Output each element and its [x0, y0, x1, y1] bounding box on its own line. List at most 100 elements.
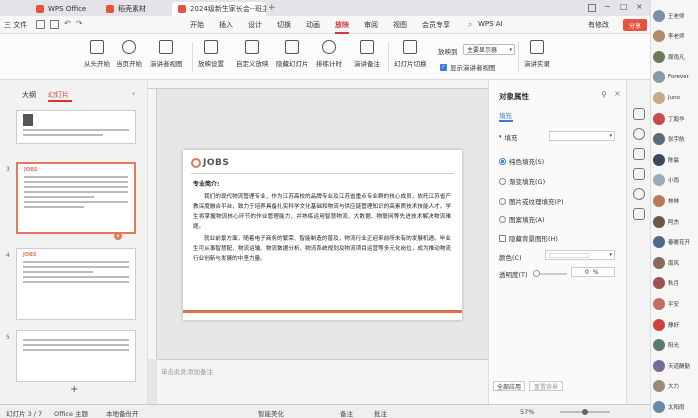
participant-item[interactable]: 大力 — [653, 377, 698, 396]
wps-ai-button[interactable]: WPS AI — [478, 20, 503, 28]
tab-label: 稻壳素材 — [118, 5, 146, 13]
search-icon[interactable]: ⌕ — [468, 20, 472, 30]
participant-item[interactable]: 张宇航 — [653, 130, 698, 149]
slider-handle[interactable] — [533, 270, 540, 277]
menu-animation[interactable]: 动画 — [306, 20, 320, 30]
close-panel-icon[interactable]: × — [614, 89, 621, 98]
participant-item[interactable]: 静好 — [653, 315, 698, 334]
menu-design[interactable]: 设计 — [248, 20, 262, 30]
reset-background-button[interactable]: 重置背景 — [529, 381, 563, 391]
tab-document[interactable]: 2024级新生家长会--班主任 — [172, 2, 266, 16]
presenter-view-button[interactable]: 演讲者视图 — [150, 40, 183, 68]
notes-toggle[interactable]: 备注 — [340, 408, 353, 418]
slide-thumbnail-5[interactable] — [16, 330, 136, 382]
pin-icon[interactable]: ⚲ — [601, 90, 607, 99]
play-from-current-button[interactable]: 当页开始 — [116, 40, 142, 68]
tab-daoke[interactable]: 稻壳素材 — [100, 2, 166, 16]
participant-item[interactable]: 平安 — [653, 294, 698, 313]
play-from-start-button[interactable]: 从头开始 — [84, 40, 110, 68]
save-icon[interactable] — [36, 20, 45, 29]
fill-solid-option[interactable]: 纯色填充(S) — [499, 156, 544, 166]
maximize-icon[interactable]: □ — [620, 2, 628, 11]
participant-item[interactable]: 丁毅华 — [653, 109, 698, 128]
menu-member[interactable]: 会员专享 — [422, 20, 450, 30]
share-icon[interactable] — [633, 208, 645, 220]
hide-slide-button[interactable]: 隐藏幻灯片 — [276, 40, 309, 68]
participant-item[interactable]: 阿杰 — [653, 212, 698, 231]
menu-transition[interactable]: 切换 — [277, 20, 291, 30]
theme-name[interactable]: Office 主题 — [54, 408, 88, 418]
color-picker[interactable]: ▾ — [545, 250, 615, 260]
design-icon[interactable] — [633, 148, 645, 160]
participant-item[interactable]: 秋月 — [653, 274, 698, 293]
menu-view[interactable]: 视图 — [393, 20, 407, 30]
slide-thumbnail-2[interactable] — [16, 110, 136, 144]
export-icon[interactable] — [50, 20, 59, 29]
window-restore-icon[interactable] — [588, 4, 596, 12]
participant-item[interactable]: 李老师 — [653, 27, 698, 46]
participant-item[interactable]: 小雨 — [653, 171, 698, 190]
participant-item[interactable]: 太阳雨 — [653, 397, 698, 416]
tab-fill[interactable]: 填充 — [499, 110, 512, 120]
presenter-view-checkbox[interactable]: ✓ 显示演讲者视图 — [440, 62, 496, 72]
undo-icon[interactable]: ↶ — [64, 19, 71, 28]
tab-slides[interactable]: 幻灯片 — [48, 90, 69, 100]
custom-show-button[interactable]: 自定义放映 — [236, 40, 269, 68]
participant-item[interactable]: 陈晨 — [653, 150, 698, 169]
participant-item[interactable]: 天道酬勤 — [653, 356, 698, 375]
new-tab-icon[interactable]: + — [268, 3, 276, 13]
redo-icon[interactable]: ↷ — [76, 19, 83, 28]
participant-item[interactable]: 王老师 — [653, 6, 698, 25]
apply-all-button[interactable]: 全部应用 — [493, 381, 525, 391]
star-icon[interactable] — [633, 128, 645, 140]
slide-text-body[interactable]: 专业简介: 我们的现代物流管理专业，作为江苏高校的品牌专业及江苏省重点专业群的核… — [193, 180, 451, 264]
menu-home[interactable]: 开始 — [190, 20, 204, 30]
menu-insert[interactable]: 插入 — [219, 20, 233, 30]
fill-section-header[interactable]: ▾ 填充 — [499, 132, 518, 142]
participant-item[interactable]: Juno — [653, 88, 698, 107]
add-slide-icon[interactable]: + — [70, 384, 78, 395]
speaker-notes-area[interactable]: 单击此处添加备注 — [157, 359, 488, 404]
tab-wps-office[interactable]: WPS Office — [30, 2, 94, 16]
participant-item[interactable]: 林林 — [653, 191, 698, 210]
zoom-level[interactable]: 57% — [520, 408, 534, 416]
comment-toggle[interactable]: 批注 — [374, 408, 387, 418]
fill-pattern-option[interactable]: 图案填充(A) — [499, 214, 545, 224]
zoom-slider-handle[interactable] — [582, 409, 588, 415]
backup-status[interactable]: 本地备份开 — [106, 408, 139, 418]
smart-beautify-button[interactable]: 智能美化 — [258, 408, 284, 418]
speaker-notes-button[interactable]: 演讲备注 — [354, 40, 380, 68]
participant-item[interactable]: 春暖花开 — [653, 233, 698, 252]
minimize-icon[interactable]: − — [604, 2, 611, 11]
slide[interactable]: JOBS 专业简介: 我们的现代物流管理专业，作为江苏高校的品牌专业及江苏省重点… — [183, 150, 462, 320]
participant-item[interactable]: 周雨凡 — [653, 47, 698, 66]
history-icon[interactable] — [633, 188, 645, 200]
participant-item[interactable]: 阳光 — [653, 336, 698, 355]
slideshow-settings-button[interactable]: 放映设置 — [198, 40, 224, 68]
fill-gradient-option[interactable]: 渐变填充(G) — [499, 176, 545, 186]
presentation-record-button[interactable]: 演讲实录 — [524, 40, 550, 68]
properties-icon[interactable] — [633, 108, 645, 120]
menu-review[interactable]: 审阅 — [364, 20, 378, 30]
participant-item[interactable]: Forever — [653, 68, 698, 87]
file-menu[interactable]: 三 文件 — [4, 20, 27, 30]
share-button[interactable]: 分享 — [623, 19, 647, 31]
slide-counter: 幻灯片 3 / 7 — [6, 410, 43, 418]
slide-thumbnail-3[interactable]: JOBS — [16, 162, 136, 234]
slide-transition-button[interactable]: 幻灯片切换 — [394, 40, 427, 68]
fill-picture-option[interactable]: 图片或纹理填充(P) — [499, 196, 564, 206]
rehearse-timing-button[interactable]: 排练计时 — [316, 40, 342, 68]
monitor-select[interactable]: 主要显示器 ▾ — [463, 44, 515, 55]
fill-type-select[interactable]: ▾ — [549, 131, 615, 141]
participant-item[interactable]: 南风 — [653, 253, 698, 272]
changes-indicator[interactable]: 有修改 — [588, 20, 609, 30]
tab-outline[interactable]: 大纲 — [22, 90, 36, 100]
menu-slideshow[interactable]: 放映 — [335, 20, 349, 34]
transparency-input[interactable]: 0 % — [571, 267, 615, 277]
close-icon[interactable]: × — [636, 2, 643, 11]
slide-thumbnail-4[interactable]: JOBS — [16, 248, 136, 320]
hide-background-graphics-checkbox[interactable]: 隐藏背景图形(H) — [499, 233, 558, 243]
animation-icon[interactable] — [633, 168, 645, 180]
collapse-panel-icon[interactable]: ‹ — [132, 89, 135, 98]
add-slide-icon[interactable]: + — [114, 232, 122, 240]
